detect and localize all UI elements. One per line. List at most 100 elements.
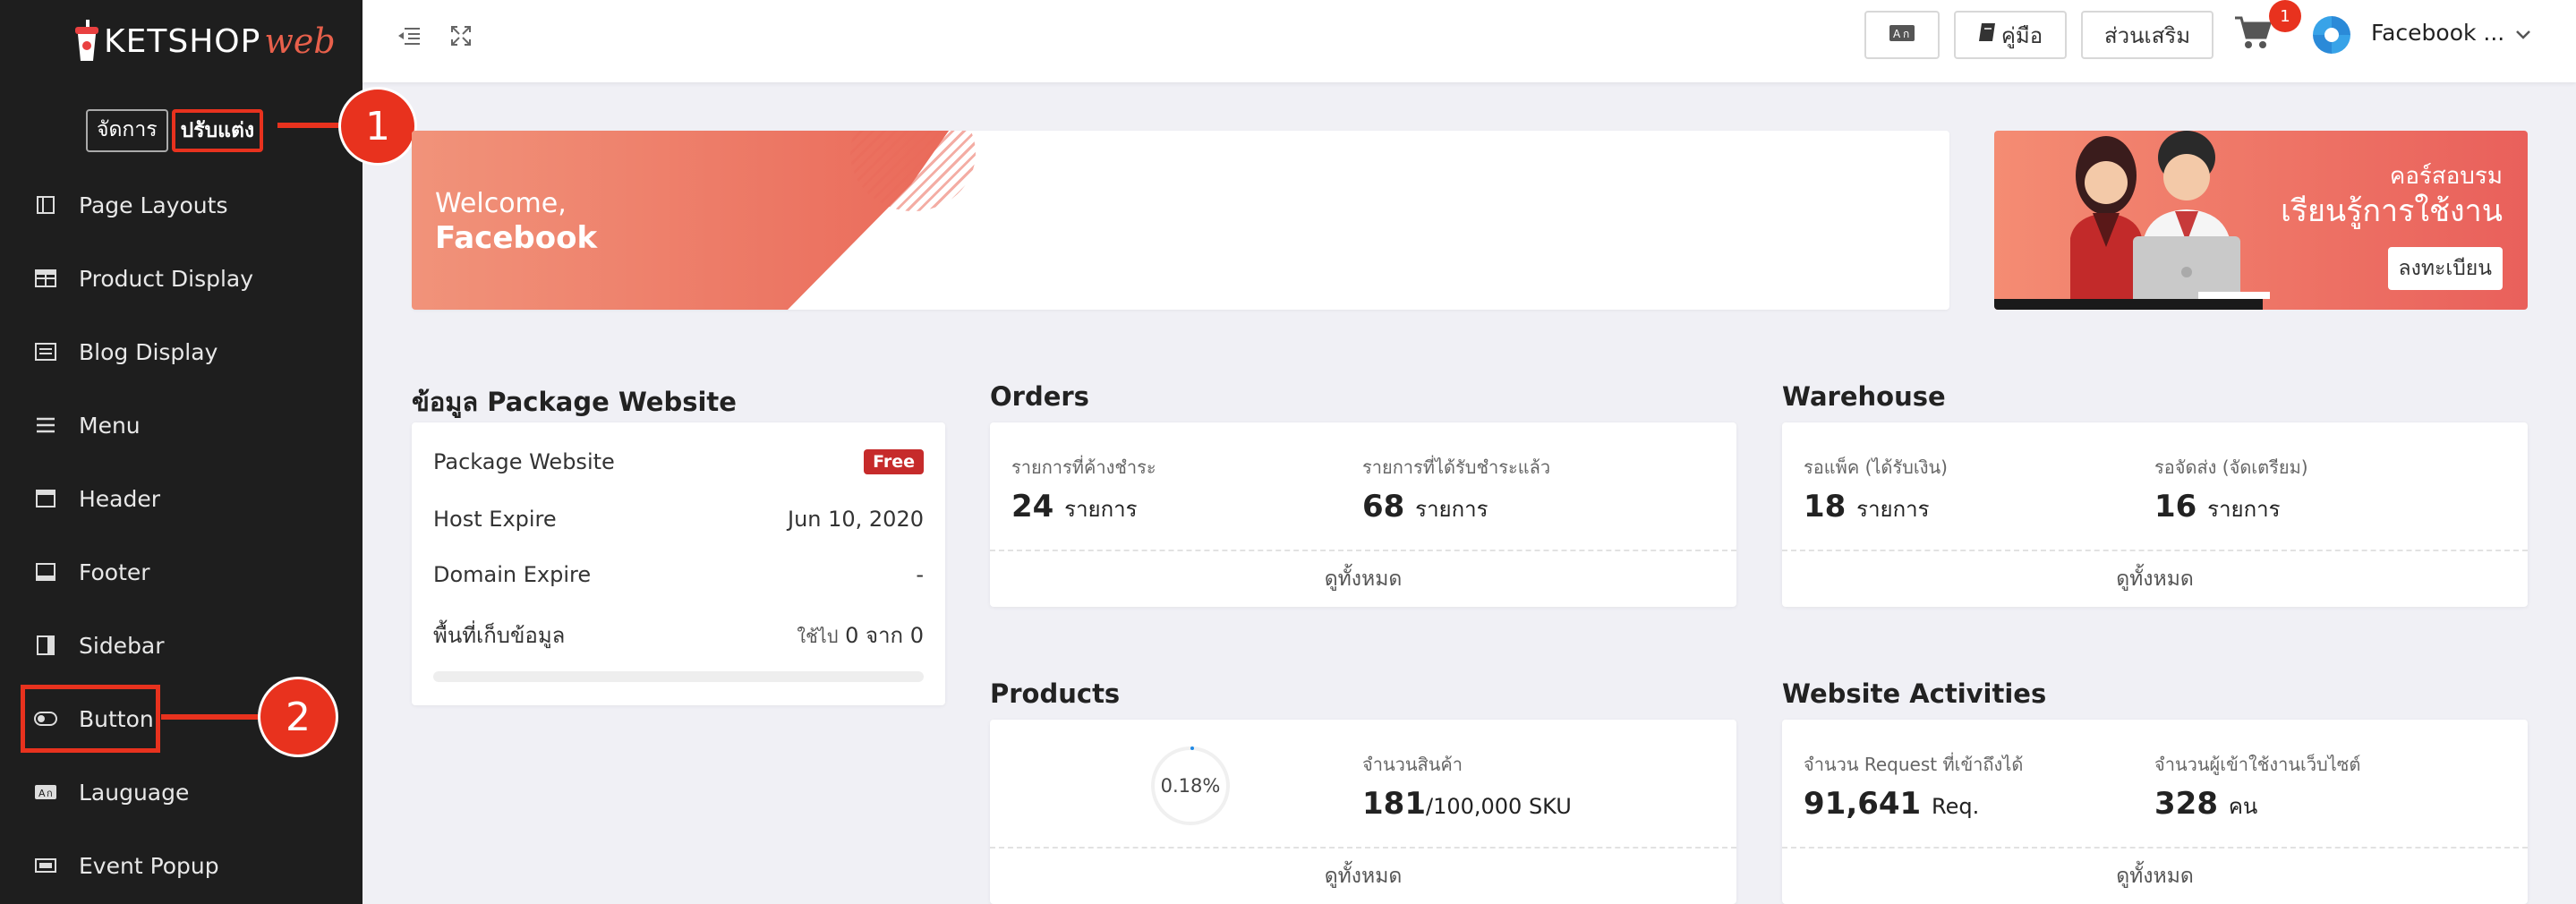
sidebar-item-label: Menu <box>79 412 141 439</box>
domain-expire-label: Domain Expire <box>433 562 592 587</box>
activities-card: จำนวน Request ที่เข้าถึงได้ 91,641 Req. … <box>1782 720 2528 904</box>
sidebar-item-product-display[interactable]: Product Display <box>0 242 363 315</box>
donut-progress-mark <box>1190 746 1194 750</box>
stat-value: 181 <box>1362 786 1426 822</box>
guide-label: คู่มือ <box>2000 22 2043 48</box>
callout-line-2 <box>161 714 269 720</box>
warehouse-view-all-link[interactable]: ดูทั้งหมด <box>1782 550 2528 607</box>
storage-row: พื้นที่เก็บข้อมูล ใช้ไป 0 จาก 0 <box>433 618 924 652</box>
sidebar-icon <box>34 635 57 655</box>
sidebar-item-label: Header <box>79 485 161 512</box>
collapse-sidebar-icon[interactable] <box>397 23 422 48</box>
chevron-down-icon[interactable] <box>2515 27 2531 44</box>
hamburger-icon <box>34 415 57 435</box>
layout-icon <box>34 195 57 215</box>
sidebar-item-language[interactable]: Aก Lauguage <box>0 755 363 829</box>
activities-stat: จำนวน Request ที่เข้าถึงได้ 91,641 Req. <box>1804 750 2023 822</box>
products-usage-donut: 0.18% <box>1151 746 1230 825</box>
sidebar-item-blog-display[interactable]: Blog Display <box>0 315 363 388</box>
sidebar-item-sidebar[interactable]: Sidebar <box>0 609 363 682</box>
sidebar-item-event-popup[interactable]: Event Popup <box>0 829 363 902</box>
sidebar-nav: Page Layouts Product Display Blog Displa… <box>0 168 363 902</box>
stat-label: รอแพ็ค (ได้รับเงิน) <box>1804 456 1948 478</box>
cart-count-badge: 1 <box>2269 0 2301 32</box>
language-button[interactable]: Aก <box>1864 11 1940 59</box>
topbar: Aก คู่มือ ส่วนเสริม 1 Facebook ... <box>363 0 2576 82</box>
footer-icon <box>34 562 57 582</box>
sidebar-item-menu[interactable]: Menu <box>0 388 363 462</box>
sidebar-item-label: Button <box>79 705 154 732</box>
activities-stat: จำนวนผู้เข้าใช้งานเว็บไซต์ 328 คน <box>2154 750 2360 823</box>
warehouse-stat: รอแพ็ค (ได้รับเงิน) 18 รายการ <box>1804 453 1948 526</box>
host-expire-label: Host Expire <box>433 507 557 532</box>
storage-progress-bar <box>433 671 924 682</box>
stat-label: รายการที่ได้รับชำระแล้ว <box>1362 456 1551 478</box>
list-box-icon <box>34 342 57 362</box>
orders-card: รายการที่ค้างชำระ 24 รายการ รายการที่ได้… <box>990 422 1736 607</box>
orders-stat: รายการที่ได้รับชำระแล้ว 68 รายการ <box>1362 453 1550 526</box>
sidebar-item-label: Footer <box>79 559 150 585</box>
svg-text:A: A <box>38 788 46 799</box>
stat-label: จำนวนสินค้า <box>1362 754 1463 775</box>
sidebar-item-label: Sidebar <box>79 632 165 659</box>
sidebar-item-button[interactable]: Button <box>18 682 163 755</box>
toggle-icon <box>34 709 57 729</box>
warehouse-card: รอแพ็ค (ได้รับเงิน) 18 รายการ รอจัดส่ง (… <box>1782 422 2528 607</box>
stat-unit: คน <box>2228 794 2258 819</box>
warehouse-section-title: Warehouse <box>1782 381 1946 412</box>
storage-total: 0 <box>909 623 924 648</box>
book-icon <box>1978 22 1996 47</box>
mode-switch: จัดการ ปรับแต่ง <box>86 109 264 152</box>
welcome-line-2: Facebook <box>435 220 598 256</box>
account-avatar[interactable] <box>2309 13 2354 57</box>
products-view-all-link[interactable]: ดูทั้งหมด <box>990 847 1736 904</box>
package-row-label: Package Website <box>433 449 615 474</box>
ketshop-logo[interactable]: KETSHOP web <box>75 16 336 66</box>
products-stat: จำนวนสินค้า 181/100,000 SKU <box>1362 750 1572 822</box>
host-expire-value: Jun 10, 2020 <box>787 507 924 532</box>
stat-value: 328 <box>2154 786 2218 822</box>
translate-icon: Aก <box>1889 22 1915 47</box>
cup-icon <box>75 20 98 63</box>
sidebar-item-label: Page Layouts <box>79 192 228 218</box>
activities-section-title: Website Activities <box>1782 678 2047 709</box>
stat-unit: รายการ <box>1064 497 1138 522</box>
sidebar-item-page-layouts[interactable]: Page Layouts <box>0 168 363 242</box>
stat-value: 24 <box>1011 489 1054 524</box>
popup-icon <box>34 856 57 875</box>
svg-text:ก: ก <box>1903 28 1909 40</box>
mode-manage-button[interactable]: จัดการ <box>86 109 168 152</box>
sidebar-item-header[interactable]: Header <box>0 462 363 535</box>
header-icon <box>34 489 57 508</box>
course-illustration <box>2070 131 2270 310</box>
cart-icon[interactable] <box>2233 14 2273 50</box>
storage-of: จาก <box>866 623 904 648</box>
guide-button[interactable]: คู่มือ <box>1954 11 2067 59</box>
translate-icon: Aก <box>34 782 57 802</box>
fullscreen-icon[interactable] <box>448 23 473 48</box>
mode-customize-button[interactable]: ปรับแต่ง <box>171 109 264 152</box>
grid-icon <box>34 269 57 288</box>
orders-view-all-link[interactable]: ดูทั้งหมด <box>990 550 1736 607</box>
stat-label: จำนวน Request ที่เข้าถึงได้ <box>1804 754 2024 775</box>
orders-section-title: Orders <box>990 381 1089 412</box>
stat-unit: /100,000 SKU <box>1425 794 1572 819</box>
course-banner[interactable]: คอร์สอบรม เรียนรู้การใช้งาน ลงทะเบียน <box>1994 131 2528 310</box>
register-button[interactable]: ลงทะเบียน <box>2387 247 2503 290</box>
stat-label: จำนวนผู้เข้าใช้งานเว็บไซต์ <box>2154 754 2361 775</box>
sidebar-item-footer[interactable]: Footer <box>0 535 363 609</box>
stat-value: 18 <box>1804 489 1847 524</box>
stat-label: รายการที่ค้างชำระ <box>1011 456 1156 478</box>
svg-text:ก: ก <box>47 788 53 799</box>
storage-value: ใช้ไป 0 จาก 0 <box>797 618 924 652</box>
domain-expire-value: - <box>916 562 924 587</box>
stat-value: 68 <box>1362 489 1405 524</box>
welcome-line-1: Welcome, <box>435 188 567 219</box>
products-card: 0.18% จำนวนสินค้า 181/100,000 SKU ดูทั้ง… <box>990 720 1736 904</box>
package-row: Package Website Free <box>433 449 924 474</box>
addons-button[interactable]: ส่วนเสริม <box>2081 11 2213 59</box>
callout-badge-2: 2 <box>258 677 338 757</box>
account-name[interactable]: Facebook ... <box>2371 20 2504 46</box>
activities-view-all-link[interactable]: ดูทั้งหมด <box>1782 847 2528 904</box>
stat-value: 91,641 <box>1804 786 1922 822</box>
